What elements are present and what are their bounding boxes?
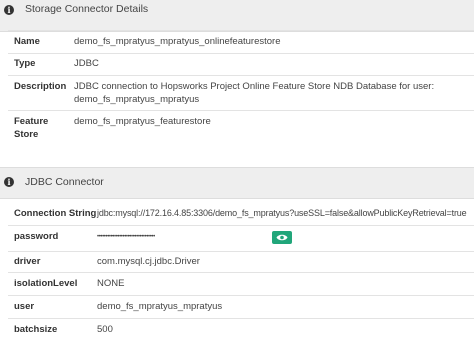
row-divider: [8, 272, 474, 273]
isolation-level-value: NONE: [97, 278, 125, 289]
eye-icon: [276, 234, 288, 241]
name-label: Name: [14, 36, 40, 47]
batchsize-label: batchsize: [14, 324, 58, 335]
description-value: JDBC connection to Hopsworks Project Onl…: [74, 81, 435, 105]
password-value: ••••••••••••••••••••••••••••••••••: [97, 234, 155, 240]
feature-store-value: demo_fs_mpratyus_featurestore: [74, 116, 211, 127]
connection-string-value: jdbc:mysql://172.16.4.85:3306/demo_fs_mp…: [97, 208, 467, 218]
row-divider: [8, 30, 474, 31]
user-label: user: [14, 301, 35, 312]
row-divider: [8, 295, 474, 296]
isolation-level-label: isolationLevel: [14, 278, 78, 289]
connection-string-label: Connection String: [14, 208, 97, 219]
name-value: demo_fs_mpratyus_mpratyus_onlinefeatures…: [74, 36, 281, 47]
show-password-button[interactable]: [272, 231, 292, 244]
row-divider: [8, 110, 474, 111]
type-label: Type: [14, 58, 36, 69]
row-divider: [8, 53, 474, 54]
row-divider: [8, 75, 474, 76]
driver-value: com.mysql.cj.jdbc.Driver: [97, 256, 200, 267]
user-value: demo_fs_mpratyus_mpratyus: [97, 301, 223, 312]
row-divider: [8, 251, 474, 252]
section-title: Storage Connector Details: [25, 3, 149, 15]
type-value: JDBC: [74, 58, 99, 69]
driver-label: driver: [14, 256, 41, 267]
jdbc-connector-header: i JDBC Connector: [0, 167, 474, 199]
batchsize-value: 500: [97, 324, 113, 335]
row-divider: [8, 225, 474, 226]
info-icon: i: [4, 5, 14, 15]
feature-store-label: Feature Store: [14, 116, 49, 140]
storage-connector-details-header: i Storage Connector Details: [0, 0, 474, 32]
row-divider: [8, 318, 474, 319]
section-title: JDBC Connector: [25, 176, 104, 188]
info-icon: i: [4, 177, 14, 187]
description-label: Description: [14, 81, 67, 92]
password-label: password: [14, 231, 59, 242]
